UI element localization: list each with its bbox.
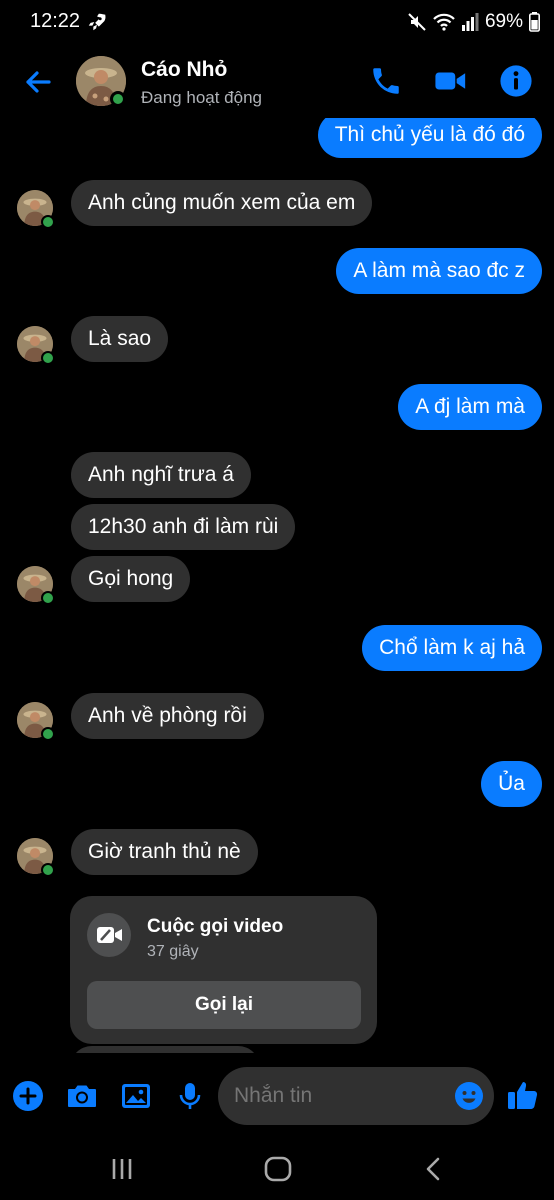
online-indicator (41, 215, 55, 229)
back-icon[interactable] (418, 1153, 450, 1185)
recent-apps-icon[interactable] (106, 1153, 138, 1185)
battery-icon (529, 12, 540, 32)
online-indicator (41, 591, 55, 605)
outgoing-message[interactable]: Chổ làm k aj hả (362, 625, 542, 671)
online-indicator (41, 727, 55, 741)
online-indicator (110, 91, 126, 107)
status-bar: 12:22 69% (0, 0, 554, 44)
mute-icon (408, 13, 426, 31)
incoming-message[interactable]: Anh nghĩ trưa á (71, 452, 251, 498)
image-icon[interactable] (120, 1080, 152, 1112)
status-time: 12:22 (30, 10, 81, 32)
message-input[interactable] (234, 1067, 444, 1125)
online-indicator (41, 351, 55, 365)
call-back-button[interactable]: Gọi lại (87, 981, 361, 1029)
composer-bar (0, 1053, 554, 1139)
incoming-message[interactable]: Gọi hong (71, 556, 191, 602)
video-camera-icon[interactable] (434, 64, 468, 98)
incoming-message[interactable]: Giờ tranh thủ nè (71, 829, 258, 875)
message-list[interactable]: Thì chủ yếu là đó đó Anh củng muốn xem c… (0, 118, 554, 1053)
incoming-message[interactable]: Anh củng muốn xem của em (71, 180, 373, 226)
outgoing-message[interactable]: A đj làm mà (398, 384, 542, 430)
incoming-message[interactable]: Anh về phòng rồi (71, 693, 264, 739)
info-icon[interactable] (499, 64, 533, 98)
back-arrow-icon[interactable] (20, 64, 56, 100)
outgoing-message[interactable]: A làm mà sao đc z (336, 248, 542, 294)
emoji-icon[interactable] (454, 1081, 484, 1111)
camera-icon[interactable] (66, 1080, 98, 1112)
incoming-message[interactable]: Là sao (71, 316, 169, 362)
system-nav-bar (0, 1139, 554, 1200)
battery-level: 69% (484, 11, 523, 32)
home-icon[interactable] (262, 1153, 294, 1185)
chat-header: Cáo Nhỏ Đang hoạt động (0, 44, 554, 118)
contact-name[interactable]: Cáo Nhỏ (141, 58, 227, 82)
video-call-icon (87, 913, 131, 957)
call-title: Cuộc gọi video (147, 916, 284, 937)
thumbs-up-icon[interactable] (506, 1078, 540, 1112)
rocket-icon (88, 13, 106, 31)
video-call-card[interactable]: Cuộc gọi video 37 giây Gọi lại (70, 896, 377, 1044)
status-icons: 69% (407, 9, 540, 35)
contact-status: Đang hoạt động (141, 88, 262, 107)
phone-icon[interactable] (369, 64, 403, 98)
incoming-message[interactable]: 12h30 anh đi làm rùi (71, 504, 296, 550)
message-box[interactable] (218, 1067, 494, 1125)
online-indicator (41, 863, 55, 877)
outgoing-message[interactable]: Ủa (481, 761, 542, 807)
incoming-message-partial[interactable] (70, 1046, 260, 1053)
microphone-icon[interactable] (174, 1080, 206, 1112)
signal-icon (461, 13, 479, 31)
call-duration: 37 giây (147, 943, 199, 960)
plus-icon[interactable] (12, 1080, 44, 1112)
wifi-icon (433, 13, 455, 31)
outgoing-message[interactable]: Thì chủ yếu là đó đó (317, 118, 542, 158)
